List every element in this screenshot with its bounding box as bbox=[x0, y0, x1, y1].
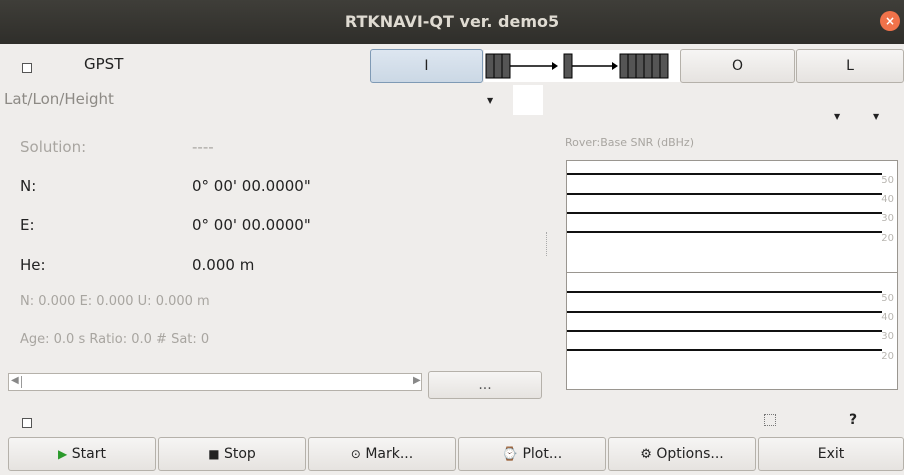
scroll-left-icon[interactable]: ◀ bbox=[11, 375, 19, 386]
tick-40: 40 bbox=[881, 312, 894, 323]
close-icon[interactable]: × bbox=[880, 11, 900, 31]
tick-30: 30 bbox=[881, 213, 894, 224]
height-value: 0.000 m bbox=[192, 256, 255, 274]
north-label: N: bbox=[20, 177, 37, 195]
scroll-right-icon[interactable]: ▶ bbox=[413, 375, 421, 386]
tick-20: 20 bbox=[881, 351, 894, 362]
more-button[interactable]: ... bbox=[428, 371, 542, 399]
panel-toggle-icon[interactable] bbox=[764, 414, 776, 426]
solution-status-label: Solution: bbox=[20, 138, 87, 156]
solution-format-select[interactable]: Lat/Lon/Height bbox=[4, 90, 114, 108]
snr-line-rover-50 bbox=[567, 173, 882, 175]
chevron-down-icon[interactable]: ▼ bbox=[487, 96, 493, 105]
snr-line-rover-20 bbox=[567, 231, 882, 233]
snr-plot: 50 40 30 20 50 40 30 20 bbox=[566, 160, 898, 390]
tick-30: 30 bbox=[881, 331, 894, 342]
height-label: He: bbox=[20, 256, 46, 274]
splitter-handle[interactable] bbox=[546, 232, 549, 256]
tick-40: 40 bbox=[881, 194, 894, 205]
east-label: E: bbox=[20, 216, 35, 234]
window-title: RTKNAVI-QT ver. demo5 bbox=[344, 12, 560, 31]
age-ratio-text: Age: 0.0 s Ratio: 0.0 # Sat: 0 bbox=[20, 332, 210, 347]
options-button[interactable]: ⚙ Options... bbox=[608, 437, 756, 471]
plot-label: Plot... bbox=[522, 446, 563, 462]
title-bar: RTKNAVI-QT ver. demo5 × bbox=[0, 0, 904, 44]
format-box[interactable] bbox=[513, 85, 543, 115]
gear-icon: ⚙ bbox=[640, 447, 652, 462]
exit-button[interactable]: Exit bbox=[758, 437, 904, 471]
start-button[interactable]: ▶ Start bbox=[8, 437, 156, 471]
input-stream-button[interactable]: I bbox=[370, 49, 483, 83]
east-value: 0° 00' 00.0000" bbox=[192, 216, 311, 234]
time-system-label: GPST bbox=[84, 55, 124, 73]
snr-line-base-30 bbox=[567, 330, 882, 332]
chevron-down-icon[interactable]: ▼ bbox=[834, 112, 840, 121]
options-label: Options... bbox=[656, 446, 724, 462]
log-stream-button[interactable]: L bbox=[796, 49, 904, 83]
stop-button[interactable]: ■ Stop bbox=[158, 437, 306, 471]
solution-status-value: ---- bbox=[192, 138, 214, 156]
stop-label: Stop bbox=[223, 446, 256, 462]
tick-20: 20 bbox=[881, 233, 894, 244]
snr-line-base-40 bbox=[567, 311, 882, 313]
mark-icon: ⊙ bbox=[350, 447, 361, 461]
start-label: Start bbox=[71, 446, 106, 462]
stream-status-icon bbox=[485, 53, 669, 79]
scroll-thumb[interactable] bbox=[21, 376, 22, 388]
neu-text: N: 0.000 E: 0.000 U: 0.000 m bbox=[20, 294, 210, 309]
mark-label: Mark... bbox=[365, 446, 414, 462]
mark-button[interactable]: ⊙ Mark... bbox=[308, 437, 456, 471]
tick-50: 50 bbox=[881, 175, 894, 186]
snr-line-base-50 bbox=[567, 291, 882, 293]
chevron-down-icon[interactable]: ▼ bbox=[873, 112, 879, 121]
plot-divider bbox=[567, 272, 897, 273]
tick-50: 50 bbox=[881, 293, 894, 304]
plot-icon: ⌚ bbox=[501, 447, 518, 462]
stream-indicator bbox=[484, 50, 680, 82]
plot-button[interactable]: ⌚ Plot... bbox=[458, 437, 606, 471]
plot-title: Rover:Base SNR (dBHz) bbox=[565, 136, 694, 149]
snr-line-rover-40 bbox=[567, 193, 882, 195]
output-stream-button[interactable]: O bbox=[680, 49, 795, 83]
stop-icon: ■ bbox=[208, 447, 220, 461]
help-button[interactable]: ? bbox=[849, 412, 857, 428]
horizontal-scrollbar[interactable]: ◀ ▶ bbox=[8, 373, 422, 391]
north-value: 0° 00' 00.0000" bbox=[192, 177, 311, 195]
snr-line-rover-30 bbox=[567, 212, 882, 214]
bottom-checkbox[interactable] bbox=[22, 418, 32, 428]
exit-label: Exit bbox=[817, 446, 845, 462]
snr-line-base-20 bbox=[567, 349, 882, 351]
play-icon: ▶ bbox=[58, 447, 68, 461]
time-checkbox[interactable] bbox=[22, 63, 32, 73]
